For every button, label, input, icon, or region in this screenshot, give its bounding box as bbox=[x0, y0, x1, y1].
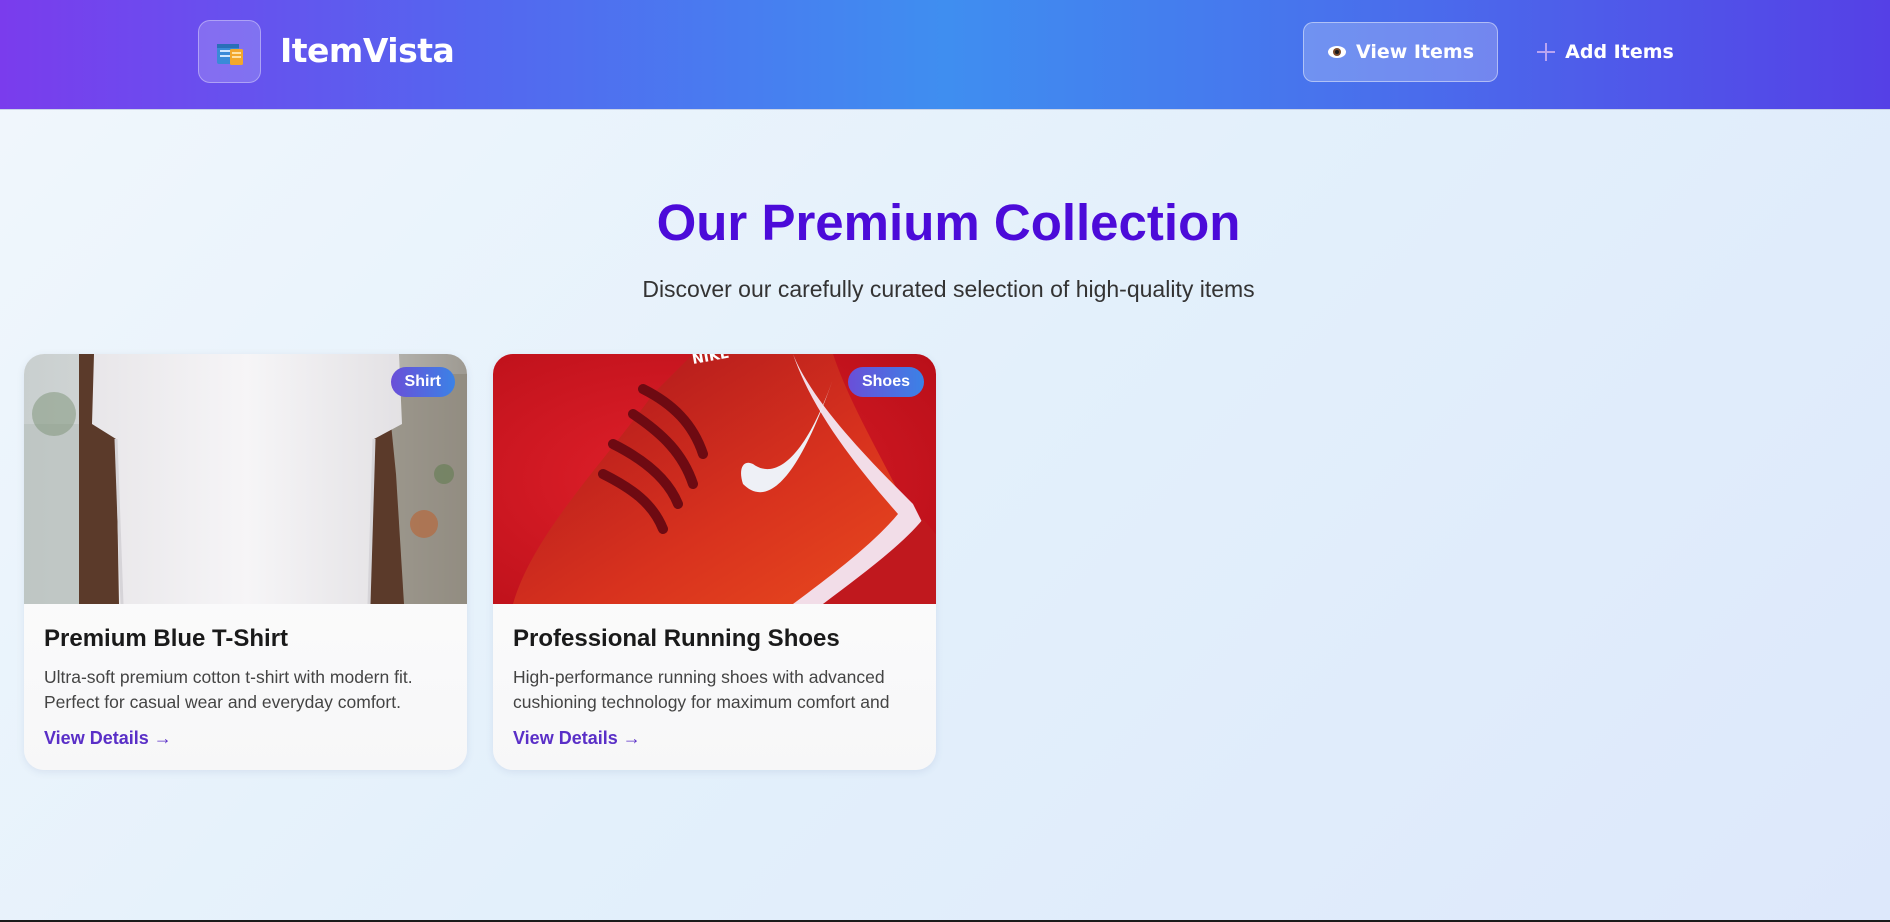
category-badge: Shoes bbox=[847, 367, 924, 397]
view-details-link[interactable]: View Details → bbox=[44, 728, 172, 749]
page-subtitle: Discover our carefully curated selection… bbox=[642, 276, 1255, 302]
logo[interactable] bbox=[198, 20, 261, 83]
page-title: Our Premium Collection bbox=[656, 194, 1241, 251]
item-title: Professional Running Shoes bbox=[513, 625, 840, 652]
nav-view-items-button[interactable]: View Items bbox=[1303, 22, 1498, 82]
eye-icon bbox=[1327, 45, 1347, 59]
nav-view-items-label: View Items bbox=[1355, 41, 1475, 63]
page: ItemVista View Items Add Items Our Premi… bbox=[0, 0, 1890, 920]
item-image-shoes: NIKE Shoes bbox=[493, 354, 936, 604]
brand-name[interactable]: ItemVista bbox=[280, 31, 455, 70]
category-badge: Shirt bbox=[390, 367, 455, 397]
item-title: Premium Blue T-Shirt bbox=[44, 625, 289, 652]
view-details-link[interactable]: View Details → bbox=[513, 728, 641, 749]
item-box-icon bbox=[216, 43, 243, 65]
item-card[interactable]: NIKE Shoes Professional Running Shoes Hi… bbox=[493, 354, 936, 770]
item-description: Ultra-soft premium cotton t-shirt with m… bbox=[44, 667, 413, 712]
item-image-tshirt: Shirt bbox=[24, 354, 467, 604]
nav-add-items-label: Add Items bbox=[1565, 41, 1674, 63]
top-navbar: ItemVista View Items Add Items bbox=[0, 0, 1890, 110]
plus-icon bbox=[1536, 42, 1556, 62]
item-description: High-performance running shoes with adva… bbox=[513, 667, 890, 712]
item-card[interactable]: Shirt Premium Blue T-Shirt Ultra-soft pr… bbox=[24, 354, 467, 770]
nav-add-items-button[interactable]: Add Items bbox=[1535, 22, 1675, 82]
